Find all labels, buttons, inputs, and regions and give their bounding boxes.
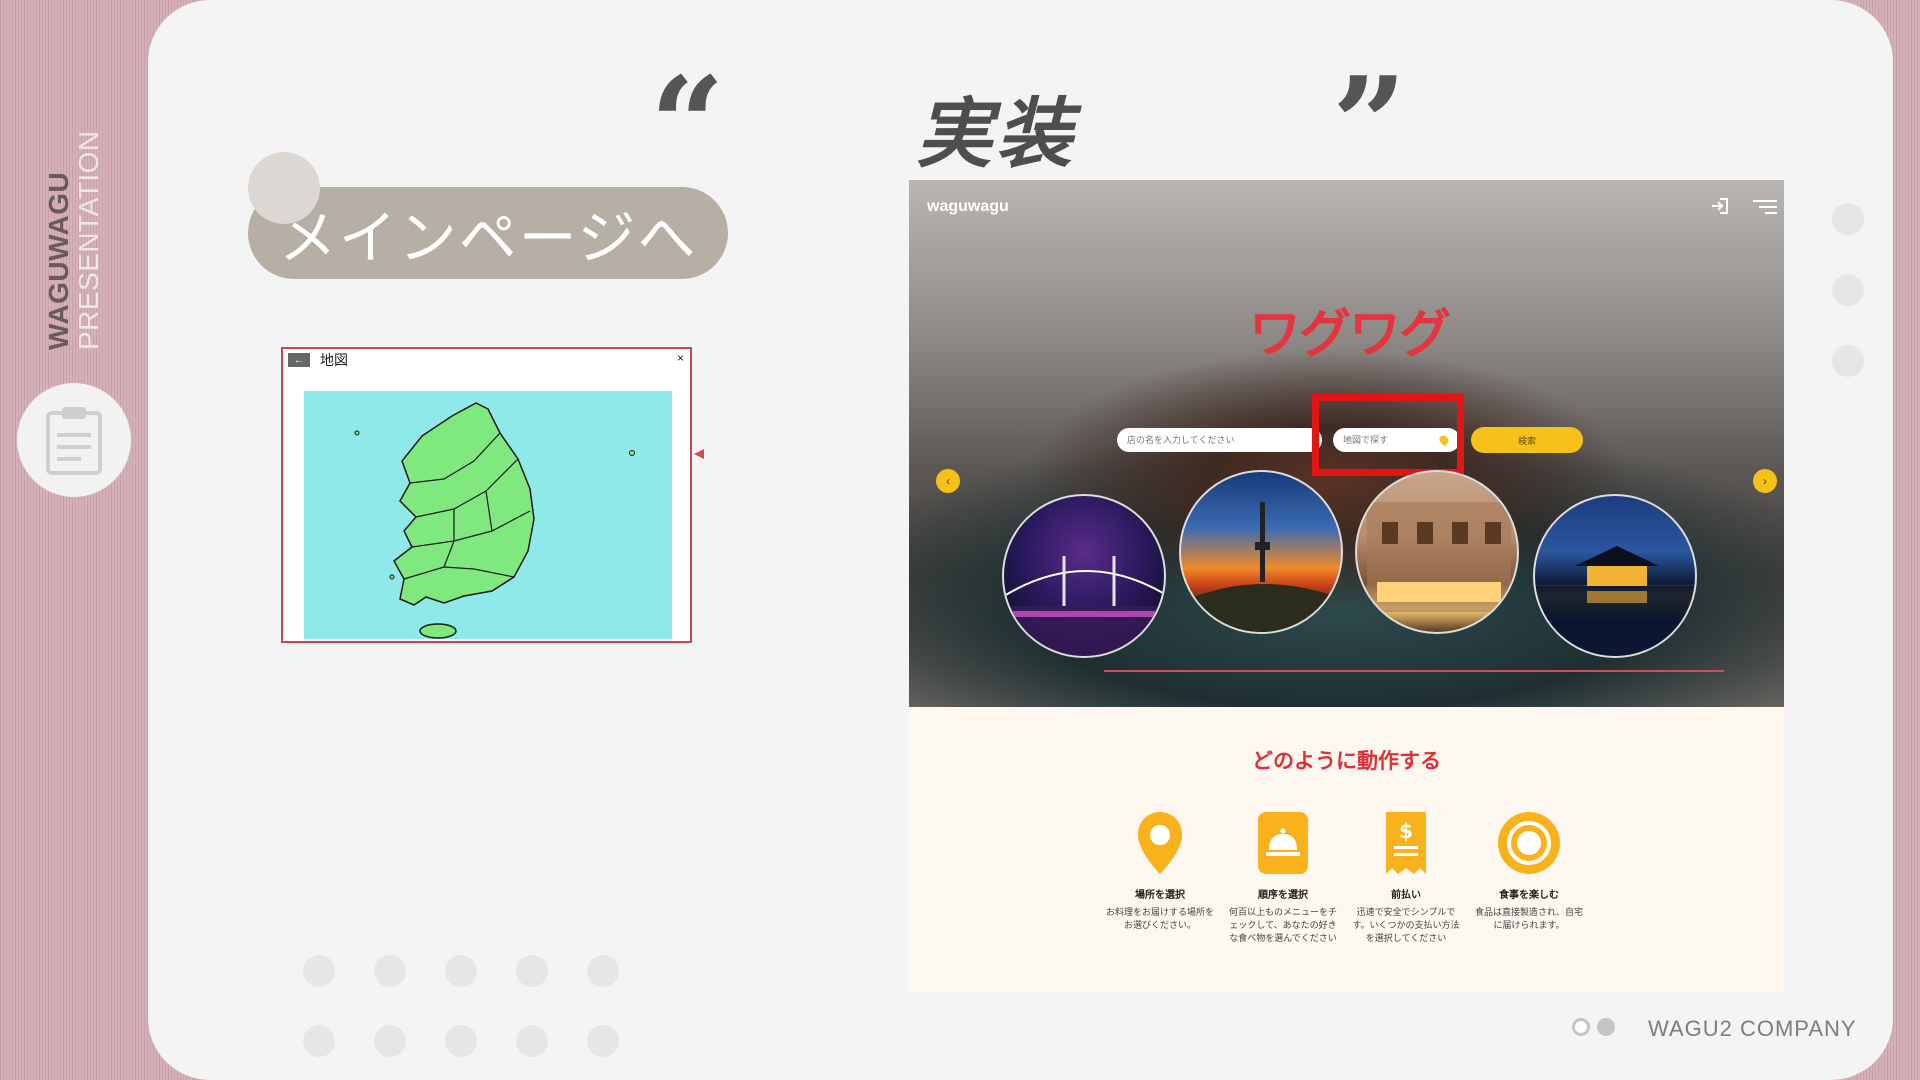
website-screenshot: waguwagu ワグワグ 検索 ‹ › — [909, 180, 1784, 992]
tower-photo — [1181, 502, 1341, 632]
decor-dot — [374, 1025, 406, 1057]
decor-dot — [587, 955, 619, 987]
sidebar-icon-circle — [17, 383, 131, 497]
step-desc: 迅速で安全でシンプルです。いくつかの支払い方法を選択してください — [1352, 907, 1460, 943]
korea-map-svg — [354, 402, 635, 639]
step-enjoy: 食事を楽しむ 食品は直接製造され、自宅に届けられます。 — [1474, 808, 1584, 932]
step-desc: お料理をお届けする場所をお選びください。 — [1105, 907, 1214, 930]
decor-dot — [303, 955, 335, 987]
pointer-arrow — [694, 449, 704, 459]
vertical-title: WAGUWAGU PRESENTATION — [43, 90, 114, 350]
pill-decor-dot — [248, 152, 320, 224]
map-window: ← 地図 × — [281, 347, 692, 643]
decor-dot — [445, 1025, 477, 1057]
step-title: 前払い — [1391, 890, 1421, 901]
step-payment: $ 前払い 迅速で安全でシンプルです。いくつかの支払い方法を選択してください — [1351, 808, 1461, 945]
decor-dot — [1832, 203, 1864, 235]
map-window-title: 地図 — [320, 352, 348, 368]
back-button[interactable]: ← — [288, 353, 310, 367]
decor-dot — [516, 955, 548, 987]
bridge-photo — [1004, 556, 1164, 656]
step-title: 場所を選択 — [1135, 890, 1185, 901]
restaurant-search-input[interactable] — [1117, 428, 1322, 452]
place-card-pavilion[interactable] — [1533, 494, 1697, 658]
carousel-prev-button[interactable]: ‹ — [936, 469, 960, 493]
decor-dot — [1832, 345, 1864, 377]
footer-company: WAGU2 COMPANY — [1648, 1016, 1857, 1041]
map-search-highlight — [1104, 394, 1724, 672]
step-desc: 食品は直接製造され、自宅に届けられます。 — [1474, 907, 1584, 930]
carousel-next-button[interactable]: › — [1753, 469, 1777, 493]
korea-map[interactable] — [304, 391, 672, 639]
decor-dot — [303, 1025, 335, 1057]
sidebar-title: WAGUWAGU — [43, 171, 74, 350]
close-button[interactable]: × — [677, 351, 684, 365]
food-cloche-icon — [1258, 812, 1308, 874]
step-title: 食事を楽しむ — [1499, 890, 1559, 901]
place-card-bridge[interactable] — [1002, 494, 1166, 658]
plate-icon — [1498, 812, 1560, 874]
open-quote: “ — [650, 48, 725, 201]
pavilion-photo — [1535, 546, 1695, 656]
search-button[interactable]: 検索 — [1471, 427, 1583, 453]
step-title: 順序を選択 — [1258, 890, 1308, 901]
how-it-works-title: どのように動作する — [1252, 750, 1441, 773]
sidebar-subtitle: PRESENTATION — [73, 130, 104, 350]
site-logo[interactable]: waguwagu — [927, 198, 1009, 216]
hamburger-menu-icon[interactable] — [1753, 198, 1777, 216]
close-quote: ” — [1332, 48, 1407, 201]
decor-dot — [587, 1025, 619, 1057]
decor-dot — [516, 1025, 548, 1057]
place-card-building[interactable] — [1355, 470, 1519, 634]
decor-dot — [1832, 274, 1864, 306]
arrow-connector-line — [1104, 670, 1724, 672]
decor-dot — [374, 955, 406, 987]
place-card-tower[interactable] — [1179, 470, 1343, 634]
svg-text:$: $ — [1399, 819, 1413, 843]
receipt-dollar-icon: $ — [1386, 812, 1426, 874]
footer-dots — [1572, 1018, 1622, 1041]
hero-section: waguwagu ワグワグ 検索 ‹ › — [909, 180, 1784, 707]
building-photo — [1367, 502, 1511, 612]
step-location: 場所を選択 お料理をお届けする場所をお選びください。 — [1105, 808, 1215, 932]
login-icon[interactable] — [1710, 197, 1730, 215]
map-window-titlebar: ← 地図 × — [283, 349, 690, 371]
slide-heading: 実装 — [916, 92, 1076, 177]
step-order: 順序を選択 何百以上ものメニューをチェックして、あなたの好きな食べ物を選んでくだ… — [1228, 808, 1338, 945]
main-page-pill: メインページへ — [248, 187, 728, 279]
location-pin-icon — [1138, 812, 1182, 874]
clipboard-icon — [46, 407, 102, 475]
decor-dot — [445, 955, 477, 987]
step-desc: 何百以上ものメニューをチェックして、あなたの好きな食べ物を選んでください — [1228, 907, 1337, 943]
brand-title: ワグワグ — [1249, 306, 1451, 364]
